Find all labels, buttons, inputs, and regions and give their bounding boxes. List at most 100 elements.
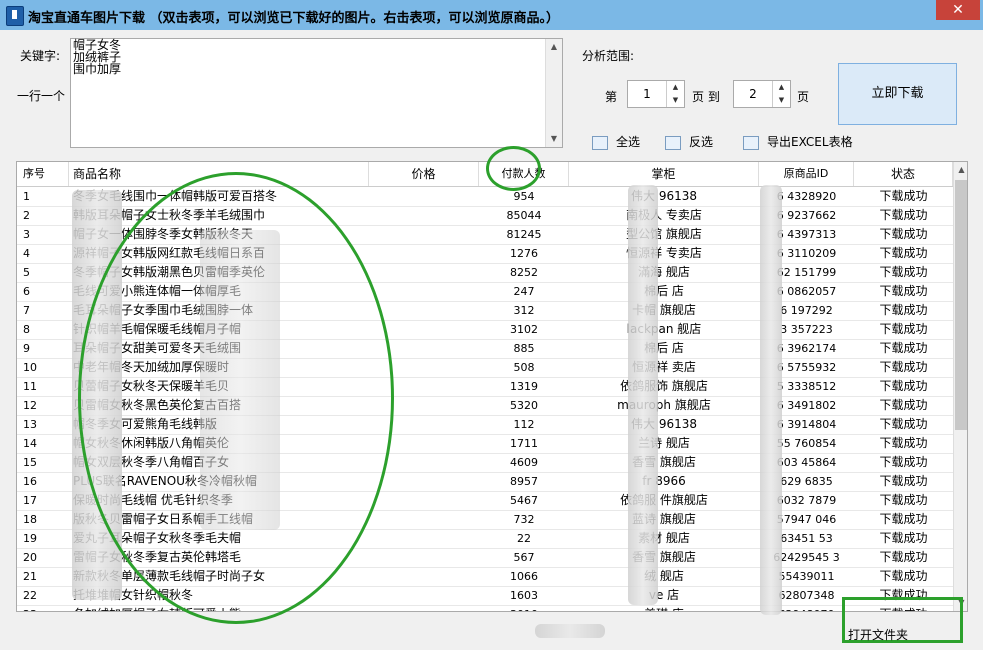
select-all-button[interactable]: 全选 (592, 133, 640, 151)
cell-buyers: 3102 (510, 323, 538, 336)
cell-buyers: 1066 (510, 570, 538, 583)
cell-shop: lackpan 舰店 (626, 322, 702, 336)
cell-status: 下载成功 (879, 208, 928, 222)
page-to-value[interactable]: 2 (734, 81, 772, 107)
header-shop[interactable]: 掌柜 (569, 162, 759, 186)
page-from-stepper[interactable]: 1 ▲ ▼ (627, 80, 685, 108)
cell-shop: ve 店 (648, 588, 680, 602)
cell-seq: 17 (23, 494, 37, 507)
cell-shop: 卡帽 旗舰店 (632, 303, 696, 317)
header-price[interactable]: 价格 (369, 162, 479, 186)
cell-seq: 21 (23, 570, 37, 583)
cell-shop: 滿海 舰店 (638, 265, 690, 279)
cell-price (369, 301, 479, 320)
cell-price (369, 187, 479, 206)
invert-selection-label: 反选 (689, 135, 714, 149)
cell-shop: 依鸽服饰 旗舰店 (620, 379, 708, 393)
cell-buyers: 732 (513, 513, 535, 526)
header-seq[interactable]: 序号 (17, 162, 69, 186)
cell-price (369, 605, 479, 611)
scroll-up-icon[interactable]: ▲ (546, 39, 562, 55)
page-from-value[interactable]: 1 (628, 81, 666, 107)
cell-seq: 7 (23, 304, 30, 317)
open-folder-button[interactable]: 打开文件夹 (848, 626, 908, 643)
cell-buyers: 112 (513, 418, 535, 431)
cell-seq: 14 (23, 437, 37, 450)
keywords-label: 关键字: (20, 49, 61, 63)
cell-buyers: 85044 (506, 209, 542, 222)
close-button[interactable]: ✕ (936, 0, 980, 20)
range-prefix: 第 (605, 90, 618, 104)
app-icon (6, 6, 24, 26)
cell-seq: 22 (23, 589, 37, 602)
cell-shop: 绒 舰店 (644, 569, 684, 583)
spin-down-icon[interactable]: ▼ (667, 94, 684, 107)
window-title: 淘宝直通车图片下载 （双击表项，可以浏览已下载好的图片。右击表项，可以浏览原商品… (28, 11, 560, 26)
cell-shop: 蓝诗 旗舰店 (632, 512, 696, 526)
cell-buyers: 8957 (510, 475, 538, 488)
cell-buyers: 8252 (510, 266, 538, 279)
cell-status: 下载成功 (879, 322, 928, 336)
scroll-up-icon[interactable]: ▲ (954, 162, 967, 178)
scroll-thumb[interactable] (955, 180, 967, 430)
cell-seq: 3 (23, 228, 30, 241)
download-now-button[interactable]: 立即下载 (838, 63, 957, 125)
cell-status: 下载成功 (879, 303, 928, 317)
table-row[interactable]: 23冬加绒加厚帽子女韩版可爱小熊3010美琪 店62948070下载成功 (17, 605, 953, 611)
page-to-stepper[interactable]: 2 ▲ ▼ (733, 80, 791, 108)
export-excel-button[interactable]: 导出EXCEL表格 (743, 133, 853, 151)
cell-status: 下载成功 (879, 379, 928, 393)
cell-buyers: 247 (513, 285, 535, 298)
select-all-label: 全选 (616, 135, 641, 149)
keywords-textarea[interactable]: 帽子女冬 加绒裤子 围巾加厚 ▲ ▼ (70, 38, 563, 148)
cell-shop: 香雪 旗舰店 (632, 455, 696, 469)
invert-selection-button[interactable]: 反选 (665, 133, 713, 151)
cell-shop: 棉后 店 (644, 284, 684, 298)
header-status[interactable]: 状态 (854, 162, 953, 186)
cell-shop: 伟大 96138 (631, 417, 697, 431)
cell-buyers: 1276 (510, 247, 538, 260)
cell-seq: 12 (23, 399, 37, 412)
redaction-blur (535, 624, 605, 638)
keywords-scrollbar[interactable]: ▲ ▼ (545, 39, 562, 147)
spin-up-icon[interactable]: ▲ (773, 81, 790, 94)
cell-status: 下载成功 (879, 265, 928, 279)
cell-buyers: 954 (513, 190, 535, 203)
cell-seq: 13 (23, 418, 37, 431)
cell-buyers: 567 (513, 551, 535, 564)
range-mid: 页 到 (692, 90, 720, 104)
invert-selection-icon (665, 135, 681, 150)
spin-up-icon[interactable]: ▲ (667, 81, 684, 94)
cell-status: 下载成功 (879, 417, 928, 431)
cell-seq: 2 (23, 209, 30, 222)
cell-buyers: 885 (513, 342, 535, 355)
cell-buyers: 81245 (506, 228, 542, 241)
annotation-ellipse (78, 172, 394, 624)
cell-status: 下载成功 (879, 246, 928, 260)
cell-seq: 20 (23, 551, 37, 564)
cell-shop: mauroph 旗舰店 (617, 398, 711, 412)
table-scrollbar[interactable]: ▲ ▼ (953, 162, 967, 611)
cell-buyers: 1711 (510, 437, 538, 450)
cell-buyers: 4609 (510, 456, 538, 469)
cell-buyers: 1603 (510, 589, 538, 602)
cell-price (369, 244, 479, 263)
cell-price (369, 548, 479, 567)
cell-seq: 8 (23, 323, 30, 336)
cell-price (369, 491, 479, 510)
header-id[interactable]: 原商品ID (759, 162, 854, 186)
annotation-circle (486, 146, 541, 191)
cell-price (369, 263, 479, 282)
cell-status: 下载成功 (879, 550, 928, 564)
cell-shop: 伟大 96138 (631, 189, 697, 203)
cell-seq: 15 (23, 456, 37, 469)
redaction-blur (628, 185, 658, 605)
scroll-down-icon[interactable]: ▼ (546, 131, 562, 147)
cell-status: 下载成功 (879, 341, 928, 355)
cell-shop: 素材 舰店 (638, 531, 690, 545)
cell-status: 下载成功 (879, 189, 928, 203)
cell-seq: 1 (23, 190, 30, 203)
cell-buyers: 5467 (510, 494, 538, 507)
cell-shop: 恒源祥 卖店 (632, 360, 696, 374)
spin-down-icon[interactable]: ▼ (773, 94, 790, 107)
